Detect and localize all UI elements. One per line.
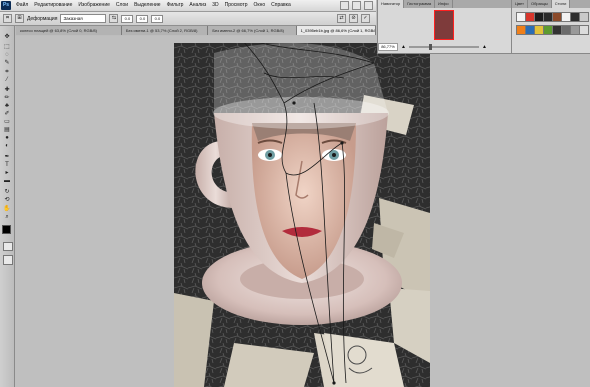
menu-image[interactable]: Изображение <box>75 0 113 11</box>
eraser-icon[interactable]: ▭ <box>3 119 11 126</box>
healing-icon[interactable]: ✚ <box>3 87 11 94</box>
menu-layers[interactable]: Слои <box>113 0 131 11</box>
shape-icon[interactable]: ▬ <box>3 178 11 185</box>
zoom-in-icon[interactable]: ▲ <box>482 44 487 50</box>
menu-analysis[interactable]: Анализ <box>186 0 209 11</box>
history-brush-icon[interactable]: ✐ <box>3 111 11 118</box>
hand-icon[interactable]: ✋ <box>3 206 11 213</box>
commit-transform-icon[interactable]: ✓ <box>361 14 370 23</box>
screen-mode-icon[interactable] <box>3 255 13 265</box>
navigator-thumbnail[interactable] <box>434 10 454 40</box>
brush-icon[interactable]: ✏ <box>3 95 11 102</box>
switch-transform-icon[interactable]: ⇄ <box>337 14 346 23</box>
warp-label: Деформация <box>27 15 58 22</box>
styles-tabs: Цвет Образцы Стили <box>512 0 590 8</box>
doc-tab-3[interactable]: Без имени-2 @ 66,7% (Слой 1, RGB/8) <box>208 26 297 35</box>
options-bar: ⌗ ⊞ Деформация Заказная ⇆ 0.0 0.0 0.0 ⇄ … <box>0 12 376 26</box>
artwork <box>174 43 430 387</box>
quick-select-icon[interactable]: ✎ <box>3 60 11 67</box>
dodge-icon[interactable]: ◐ <box>3 143 11 150</box>
navigator-tabs: Навигатор Гистограмма Инфо <box>378 0 511 8</box>
menu-help[interactable]: Справка <box>268 0 294 11</box>
doc-tab-1[interactable]: колесо плащей @ 63,8% (Слой 0, RGB/8) <box>16 26 122 35</box>
pen-icon[interactable]: ✒ <box>3 154 11 161</box>
type-icon[interactable]: T <box>3 162 11 169</box>
doc-tab-active[interactable]: 1_0395eb1b.jpg @ 86,6% (Слой 1, RGB/8) <box>296 26 376 35</box>
warp-orientation-icon[interactable]: ⇆ <box>109 14 119 23</box>
3d-rotate-icon[interactable]: ↻ <box>3 189 11 196</box>
gradient-icon[interactable]: ▤ <box>3 127 11 134</box>
doc-tab-2[interactable]: Без имени-1 @ 53,7% (Слой 2, RGB/8) <box>121 26 209 35</box>
quick-mask-icon[interactable] <box>3 242 13 251</box>
warp-tool-icon: ⌗ <box>3 14 12 23</box>
zoom-value[interactable]: 86,77% <box>378 42 398 51</box>
cancel-transform-icon[interactable]: ⊘ <box>349 14 358 23</box>
menu-edit[interactable]: Редактирование <box>31 0 75 11</box>
path-select-icon[interactable]: ▸ <box>3 170 11 177</box>
reference-point-icon[interactable]: ⊞ <box>15 14 24 23</box>
menu-file[interactable]: Файл <box>13 0 31 11</box>
style-swatch[interactable] <box>579 12 589 22</box>
menu-select[interactable]: Выделение <box>131 0 164 11</box>
minibridge-button[interactable] <box>352 1 361 10</box>
menu-view[interactable]: Просмотр <box>222 0 251 11</box>
blur-icon[interactable]: ● <box>3 135 11 142</box>
document-tab-bar: колесо плащей @ 63,8% (Слой 0, RGB/8) Бе… <box>16 26 376 35</box>
tab-styles[interactable]: Стили <box>551 0 571 8</box>
marquee-icon[interactable]: ⬚ <box>3 44 11 51</box>
zoom-slider[interactable] <box>408 43 479 50</box>
warp-style-select[interactable]: Заказная <box>60 14 107 23</box>
zoom-level-button[interactable] <box>364 1 373 10</box>
v-distortion-field[interactable]: 0.0 <box>151 14 164 23</box>
styles-panel: Цвет Образцы Стили <box>511 0 590 54</box>
move-icon[interactable]: ✥ <box>3 34 11 41</box>
tab-info[interactable]: Инфо <box>435 0 453 8</box>
menu-bar: Ps Файл Редактирование Изображение Слои … <box>0 0 376 12</box>
tab-color[interactable]: Цвет <box>512 0 528 8</box>
photoshop-logo: Ps <box>1 1 11 10</box>
zoom-out-icon[interactable]: ▲ <box>401 44 406 50</box>
document-canvas[interactable] <box>174 43 430 387</box>
menu-3d[interactable]: 3D <box>209 0 221 11</box>
navigator-zoom: 86,77% ▲ ▲ <box>378 42 508 51</box>
eyedropper-icon[interactable]: ⁄ <box>3 77 11 84</box>
crop-icon[interactable]: ⌗ <box>3 69 11 76</box>
3d-camera-icon[interactable]: ⟲ <box>3 197 11 204</box>
lasso-icon[interactable]: ◌ <box>3 52 11 59</box>
zoom-icon[interactable]: ⌕ <box>3 214 11 221</box>
style-swatch[interactable] <box>579 25 589 35</box>
zoom-slider-thumb[interactable] <box>428 43 432 50</box>
h-distortion-field[interactable]: 0.0 <box>136 14 149 23</box>
tab-swatches[interactable]: Образцы <box>528 0 552 8</box>
tab-histogram[interactable]: Гистограмма <box>404 0 436 8</box>
menu-window[interactable]: Окно <box>251 0 269 11</box>
menu-filter[interactable]: Фильтр <box>164 0 187 11</box>
toolbox: ✥ ⬚ ◌ ✎ ⌗ ⁄ ✚ ✏ ♣ ✐ ▭ ▤ ● ◐ ✒ T ▸ ▬ ↻ ⟲ … <box>0 26 15 387</box>
tab-navigator[interactable]: Навигатор <box>378 0 405 8</box>
stamp-icon[interactable]: ♣ <box>3 103 11 110</box>
foreground-color-swatch[interactable] <box>2 225 11 234</box>
bend-field[interactable]: 0.0 <box>121 14 134 23</box>
bridge-button[interactable] <box>340 1 349 10</box>
